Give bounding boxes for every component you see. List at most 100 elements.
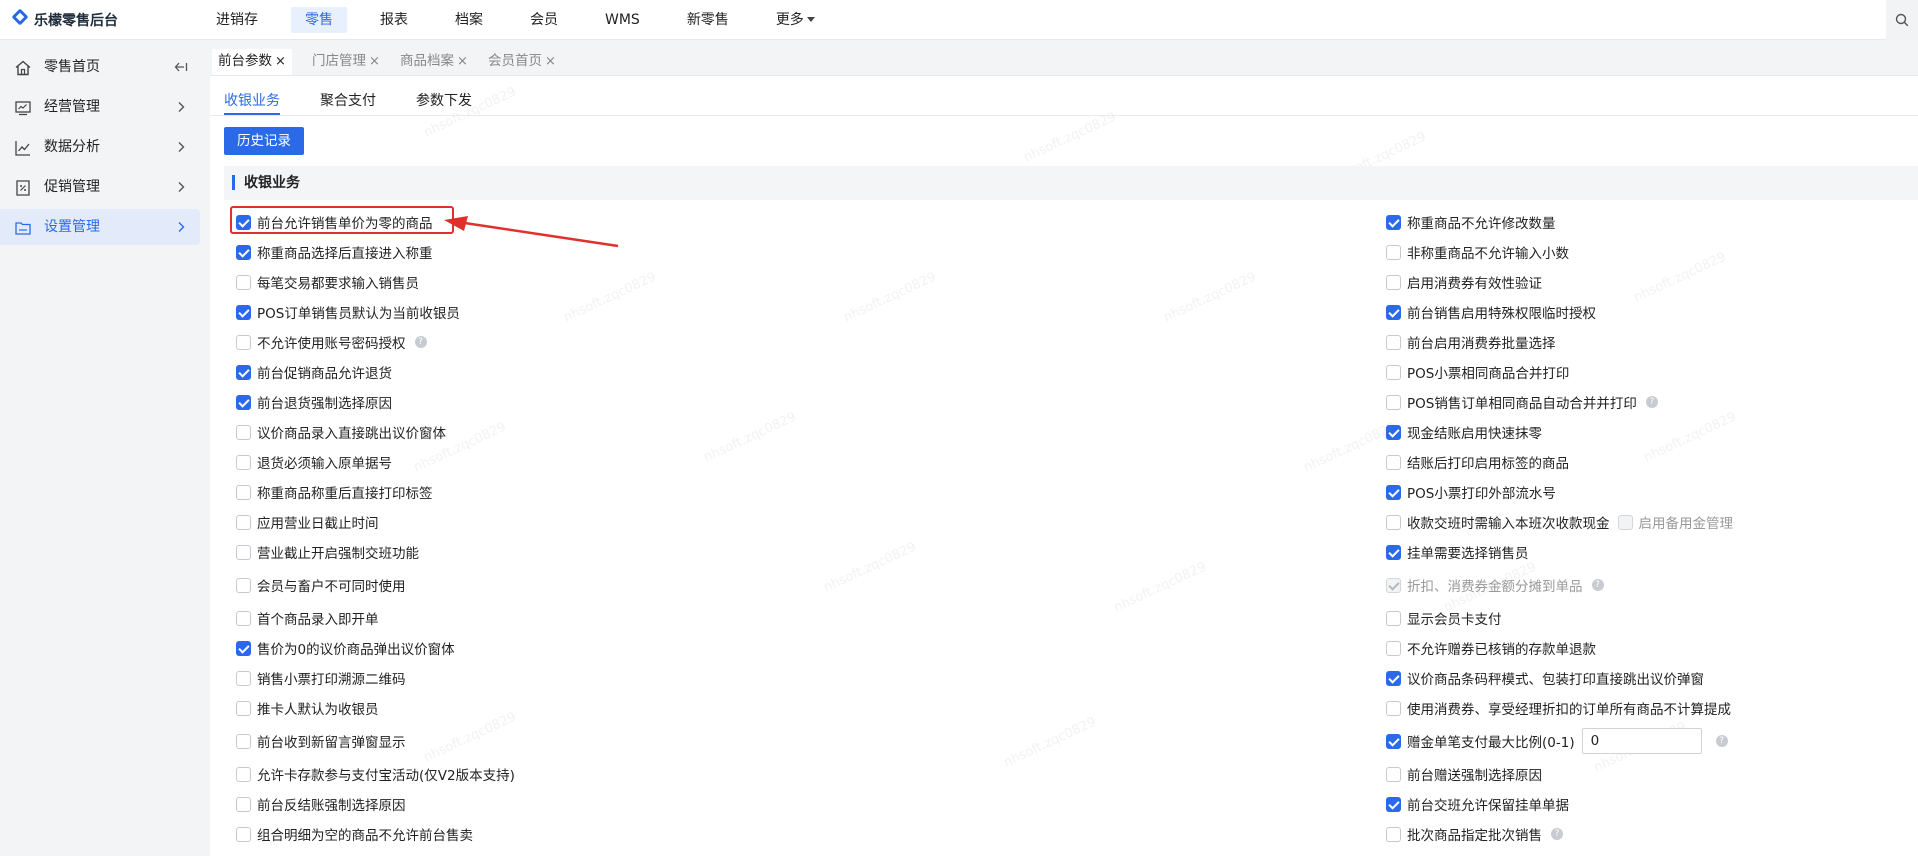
- checkbox[interactable]: [236, 304, 251, 320]
- left-option-10[interactable]: 称重商品称重后直接打印标签: [236, 482, 433, 502]
- left-option-3[interactable]: 每笔交易都要求输入销售员: [236, 272, 419, 292]
- left-option-16[interactable]: 销售小票打印溯源二维码: [236, 668, 406, 688]
- checkbox[interactable]: [1386, 394, 1401, 410]
- nav-wms[interactable]: WMS: [591, 7, 654, 33]
- help-icon[interactable]: ?: [1551, 828, 1563, 840]
- checkbox[interactable]: [1386, 364, 1401, 380]
- checkbox[interactable]: [236, 244, 251, 260]
- right-option-12[interactable]: 挂单需要选择销售员: [1386, 542, 1529, 562]
- nav-more[interactable]: 更多: [762, 7, 829, 33]
- help-icon[interactable]: ?: [414, 336, 427, 348]
- right-option-9[interactable]: 结账后打印启用标签的商品: [1386, 452, 1569, 472]
- checkbox[interactable]: [1386, 796, 1401, 812]
- checkbox[interactable]: [1386, 334, 1401, 350]
- right-option-13[interactable]: 折扣、消费券金额分摊到单品?: [1386, 575, 1604, 595]
- right-option-20[interactable]: 前台交班允许保留挂单单据: [1386, 794, 1569, 814]
- left-option-12[interactable]: 营业截止开启强制交班功能: [236, 542, 419, 562]
- checkbox[interactable]: [236, 364, 251, 380]
- help-icon[interactable]: ?: [1645, 396, 1658, 408]
- right-option-19[interactable]: 前台赠送强制选择原因: [1386, 764, 1542, 784]
- checkbox[interactable]: [1386, 577, 1401, 593]
- left-option-21[interactable]: 组合明细为空的商品不允许前台售卖: [236, 824, 473, 844]
- subtab-param-dispatch[interactable]: 参数下发: [416, 90, 472, 110]
- sidebar-item-settings[interactable]: 设置管理: [0, 209, 200, 245]
- tab-store-management[interactable]: 门店管理 ×: [306, 49, 386, 75]
- left-option-11[interactable]: 应用营业日截止时间: [236, 512, 379, 532]
- left-option-6[interactable]: 前台促销商品允许退货: [236, 362, 392, 382]
- nav-archive[interactable]: 档案: [441, 7, 497, 33]
- right-option-10[interactable]: POS小票打印外部流水号: [1386, 482, 1556, 502]
- left-option-18[interactable]: 前台收到新留言弹窗显示: [236, 731, 406, 751]
- left-option-17[interactable]: 推卡人默认为收银员: [236, 698, 379, 718]
- checkbox[interactable]: [236, 514, 251, 530]
- checkbox[interactable]: [1386, 826, 1401, 842]
- right-option-1[interactable]: 称重商品不允许修改数量: [1386, 212, 1556, 232]
- checkbox[interactable]: [236, 274, 251, 290]
- close-icon[interactable]: ×: [275, 54, 286, 69]
- sidebar-item-promotions[interactable]: 促销管理: [0, 169, 200, 205]
- right-option-6[interactable]: POS小票相同商品合并打印: [1386, 362, 1569, 382]
- checkbox[interactable]: [1386, 700, 1401, 716]
- subtab-cashier[interactable]: 收银业务: [224, 90, 280, 110]
- checkbox[interactable]: [1386, 244, 1401, 260]
- close-icon[interactable]: ×: [545, 54, 556, 69]
- right-option-18[interactable]: 赠金单笔支付最大比例(0-1)?: [1386, 728, 1728, 754]
- checkbox[interactable]: [1386, 514, 1401, 530]
- checkbox[interactable]: [1386, 733, 1401, 749]
- right-option-11[interactable]: 收款交班时需输入本班次收款现金 启用备用金管理: [1386, 512, 1733, 532]
- right-option-16[interactable]: 议价商品条码秤模式、包装打印直接跳出议价弹窗: [1386, 668, 1704, 688]
- checkbox[interactable]: [236, 424, 251, 440]
- tab-member-home[interactable]: 会员首页 ×: [482, 49, 562, 75]
- checkbox[interactable]: [1386, 640, 1401, 656]
- checkbox[interactable]: [236, 700, 251, 716]
- nav-reports[interactable]: 报表: [366, 7, 422, 33]
- checkbox[interactable]: [236, 577, 251, 593]
- sidebar-item-analytics[interactable]: 数据分析: [0, 129, 200, 165]
- checkbox[interactable]: [1386, 670, 1401, 686]
- right-option-7[interactable]: POS销售订单相同商品自动合并并打印?: [1386, 392, 1658, 412]
- checkbox[interactable]: [236, 766, 251, 782]
- left-option-5[interactable]: 不允许使用账号密码授权?: [236, 332, 427, 352]
- app-logo[interactable]: 乐檬零售后台: [12, 9, 118, 31]
- checkbox[interactable]: [236, 670, 251, 686]
- sidebar-item-retail-home[interactable]: 零售首页: [0, 49, 200, 85]
- checkbox[interactable]: [1386, 544, 1401, 560]
- help-icon[interactable]: ?: [1591, 579, 1604, 591]
- checkbox[interactable]: [236, 796, 251, 812]
- nav-inventory[interactable]: 进销存: [202, 7, 272, 33]
- nav-member[interactable]: 会员: [516, 7, 572, 33]
- backup-cash-option[interactable]: 启用备用金管理: [1617, 512, 1733, 532]
- sidebar-item-operations[interactable]: 经营管理: [0, 89, 200, 125]
- nav-new-retail[interactable]: 新零售: [673, 7, 743, 33]
- checkbox[interactable]: [1386, 304, 1401, 320]
- right-option-21[interactable]: 批次商品指定批次销售?: [1386, 824, 1563, 844]
- right-option-2[interactable]: 非称重商品不允许输入小数: [1386, 242, 1569, 262]
- checkbox[interactable]: [1386, 484, 1401, 500]
- close-icon[interactable]: ×: [369, 54, 380, 69]
- checkbox[interactable]: [236, 394, 251, 410]
- close-icon[interactable]: ×: [457, 54, 468, 69]
- search-button[interactable]: [1886, 0, 1918, 40]
- checkbox[interactable]: [236, 484, 251, 500]
- left-option-14[interactable]: 首个商品录入即开单: [236, 608, 379, 628]
- left-option-4[interactable]: POS订单销售员默认为当前收银员: [236, 302, 460, 322]
- help-icon[interactable]: ?: [1715, 735, 1728, 747]
- checkbox[interactable]: [236, 454, 251, 470]
- right-option-5[interactable]: 前台启用消费券批量选择: [1386, 332, 1556, 352]
- checkbox[interactable]: [1386, 610, 1401, 626]
- checkbox[interactable]: [236, 544, 251, 560]
- checkbox[interactable]: [1386, 214, 1401, 230]
- left-option-7[interactable]: 前台退货强制选择原因: [236, 392, 392, 412]
- subtab-aggregate-pay[interactable]: 聚合支付: [320, 90, 376, 110]
- checkbox[interactable]: [1617, 514, 1633, 530]
- history-button[interactable]: 历史记录: [224, 127, 304, 155]
- left-option-8[interactable]: 议价商品录入直接跳出议价窗体: [236, 422, 446, 442]
- checkbox[interactable]: [236, 610, 251, 626]
- tab-product-archive[interactable]: 商品档案 ×: [394, 49, 474, 75]
- checkbox[interactable]: [1386, 424, 1401, 440]
- right-option-17[interactable]: 使用消费券、享受经理折扣的订单所有商品不计算提成: [1386, 698, 1731, 718]
- nav-retail[interactable]: 零售: [291, 7, 347, 33]
- checkbox[interactable]: [1386, 454, 1401, 470]
- checkbox[interactable]: [236, 733, 251, 749]
- right-option-14[interactable]: 显示会员卡支付: [1386, 608, 1502, 628]
